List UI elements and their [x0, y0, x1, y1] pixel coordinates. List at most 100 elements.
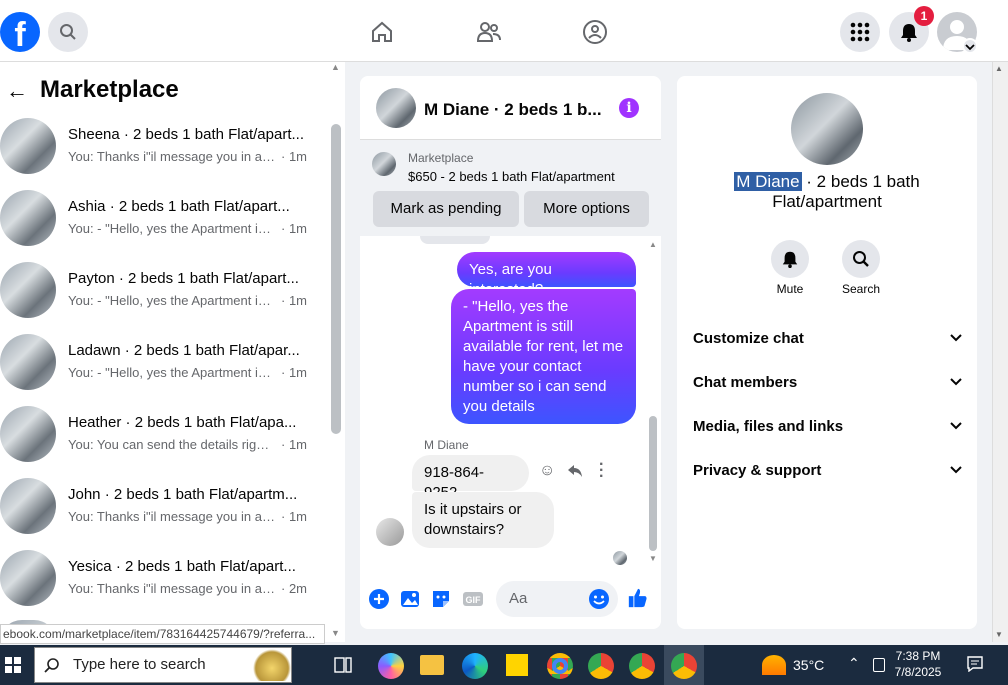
page-scroll-up-arrow[interactable]: ▲ [995, 64, 1003, 73]
photo-icon[interactable] [399, 588, 421, 610]
clock-date: 7/8/2025 [894, 665, 942, 679]
sticky-notes-icon[interactable] [506, 654, 528, 676]
conversation-item[interactable]: Heather · 2 beds 1 bath Flat/apa... You:… [0, 404, 330, 476]
menu-button[interactable] [840, 12, 880, 52]
scroll-up-arrow[interactable]: ▲ [331, 62, 340, 72]
more-options-button[interactable]: More options [524, 191, 649, 227]
status-bar-url: ebook.com/marketplace/item/7831644257446… [0, 624, 325, 644]
incoming-message[interactable]: 918-864-9252 [412, 455, 529, 501]
gif-icon[interactable]: GIF [462, 588, 484, 610]
conversation-item[interactable]: John · 2 beds 1 bath Flat/apartm... You:… [0, 476, 330, 548]
conversation-name: Yesica · 2 beds 1 bath Flat/apart... [68, 558, 296, 575]
conversation-item[interactable]: Yesica · 2 beds 1 bath Flat/apart... You… [0, 548, 330, 620]
react-emoji-icon[interactable]: ☺ [539, 462, 555, 480]
chat-scrollbar-thumb[interactable] [649, 416, 657, 551]
facebook-logo[interactable]: f [0, 12, 40, 52]
conversation-name: Ladawn · 2 beds 1 bath Flat/apar... [68, 342, 300, 359]
page-scroll-down-arrow[interactable]: ▼ [995, 630, 1003, 639]
chevron-up-icon[interactable]: ⌃ [848, 655, 860, 672]
marketplace-title: Marketplace [40, 76, 179, 103]
device-icon[interactable] [873, 658, 885, 672]
notification-center-icon[interactable] [967, 656, 983, 673]
conversation-item[interactable]: Sheena · 2 beds 1 bath Flat/apart... You… [0, 116, 330, 188]
chat-scroll-down-arrow[interactable]: ▼ [649, 554, 657, 563]
sender-avatar[interactable] [376, 518, 404, 546]
contact-name-highlight: M Diane [734, 172, 802, 191]
search-icon [44, 657, 60, 678]
chat-header: M Diane · 2 beds 1 b... i [360, 76, 661, 140]
chat-panel: M Diane · 2 beds 1 b... i Marketplace $6… [360, 76, 661, 629]
conversation-snippet: You: Thanks i"il message you in a ... [68, 581, 276, 596]
chrome-profile-icon[interactable] [547, 653, 573, 679]
scroll-down-arrow[interactable]: ▼ [331, 628, 340, 638]
chat-avatar[interactable] [376, 88, 416, 128]
windows-start-icon[interactable] [5, 657, 21, 678]
back-arrow-icon[interactable]: ← [6, 78, 28, 104]
conversation-name: Heather · 2 beds 1 bath Flat/apa... [68, 414, 297, 431]
conversation-snippet: You: - "Hello, yes the Apartment is ... [68, 365, 276, 380]
conversation-time: · 2m [281, 581, 307, 596]
listing-title[interactable]: $650 - 2 beds 1 bath Flat/apartment [408, 169, 615, 184]
listing-thumbnail [0, 262, 56, 318]
sticker-icon[interactable] [430, 588, 452, 610]
incoming-message[interactable]: Is it upstairs or downstairs? [412, 492, 554, 548]
conversation-list-panel: ← Marketplace Sheena · 2 beds 1 bath Fla… [0, 62, 345, 642]
chat-title[interactable]: M Diane · 2 beds 1 b... [424, 100, 602, 120]
groups-icon[interactable] [580, 17, 610, 47]
more-actions-icon[interactable]: · · · [599, 457, 604, 485]
listing-small-thumb [372, 152, 396, 176]
search-button[interactable] [48, 12, 88, 52]
info-icon[interactable]: i [619, 98, 639, 118]
friends-icon[interactable] [474, 17, 504, 47]
weather-icon[interactable] [762, 655, 786, 675]
temperature[interactable]: 35°C [793, 657, 824, 673]
search-icon [853, 251, 869, 267]
account-chevron[interactable] [962, 38, 978, 54]
mute-button[interactable] [771, 240, 809, 278]
chrome-icon[interactable] [588, 653, 614, 679]
chrome-icon[interactable] [671, 653, 697, 679]
copilot-icon[interactable] [378, 653, 404, 679]
page-scrollbar[interactable]: ▲ ▼ [992, 62, 1008, 642]
privacy-support-row[interactable]: Privacy & support [693, 462, 963, 486]
section-label: Media, files and links [693, 418, 844, 435]
reply-icon[interactable] [566, 462, 584, 485]
thumbs-up-icon[interactable] [627, 587, 649, 609]
left-scrollbar-thumb[interactable] [331, 124, 341, 434]
plus-icon[interactable] [368, 588, 390, 610]
home-icon[interactable] [367, 17, 397, 47]
media-files-links-row[interactable]: Media, files and links [693, 418, 963, 442]
chrome-icon[interactable] [629, 653, 655, 679]
conversation-time: · 1m [281, 293, 307, 308]
file-explorer-icon[interactable] [420, 655, 444, 675]
conversation-time: · 1m [281, 437, 307, 452]
outgoing-message[interactable]: - "Hello, yes the Apartment is still ava… [451, 289, 636, 424]
outgoing-message[interactable]: Yes, are you interested? [457, 252, 636, 298]
contact-avatar[interactable] [791, 93, 863, 165]
mark-as-pending-button[interactable]: Mark as pending [373, 191, 519, 227]
task-view-icon[interactable] [334, 657, 352, 678]
search-in-chat-button[interactable] [842, 240, 880, 278]
conversation-name: Ashia · 2 beds 1 bath Flat/apart... [68, 198, 290, 215]
conversation-name: Payton · 2 beds 1 bath Flat/apart... [68, 270, 299, 287]
conversation-item[interactable]: Ashia · 2 beds 1 bath Flat/apart... You:… [0, 188, 330, 260]
search-label: Search [841, 282, 881, 296]
search-highlight-image [253, 649, 291, 681]
mute-label: Mute [776, 282, 804, 296]
marketplace-listing-box: Marketplace $650 - 2 beds 1 bath Flat/ap… [360, 140, 661, 236]
chat-scroll-up-arrow[interactable]: ▲ [649, 240, 657, 249]
customize-chat-row[interactable]: Customize chat [693, 330, 963, 354]
clock[interactable]: 7:38 PM 7/8/2025 [893, 648, 943, 680]
conversation-item[interactable]: Payton · 2 beds 1 bath Flat/apart... You… [0, 260, 330, 332]
edge-icon[interactable] [462, 653, 488, 679]
marketplace-label: Marketplace [408, 151, 474, 165]
chat-members-row[interactable]: Chat members [693, 374, 963, 398]
conversation-item[interactable]: Ladawn · 2 beds 1 bath Flat/apar... You:… [0, 332, 330, 404]
emoji-icon[interactable] [588, 588, 610, 610]
taskbar-search-placeholder: Type here to search [73, 656, 206, 673]
conversation-name: Sheena · 2 beds 1 bath Flat/apart... [68, 126, 304, 143]
top-bar: f 1 [0, 0, 1008, 62]
search-icon [60, 24, 76, 40]
read-receipt-avatar [613, 551, 627, 565]
section-label: Chat members [693, 374, 798, 391]
